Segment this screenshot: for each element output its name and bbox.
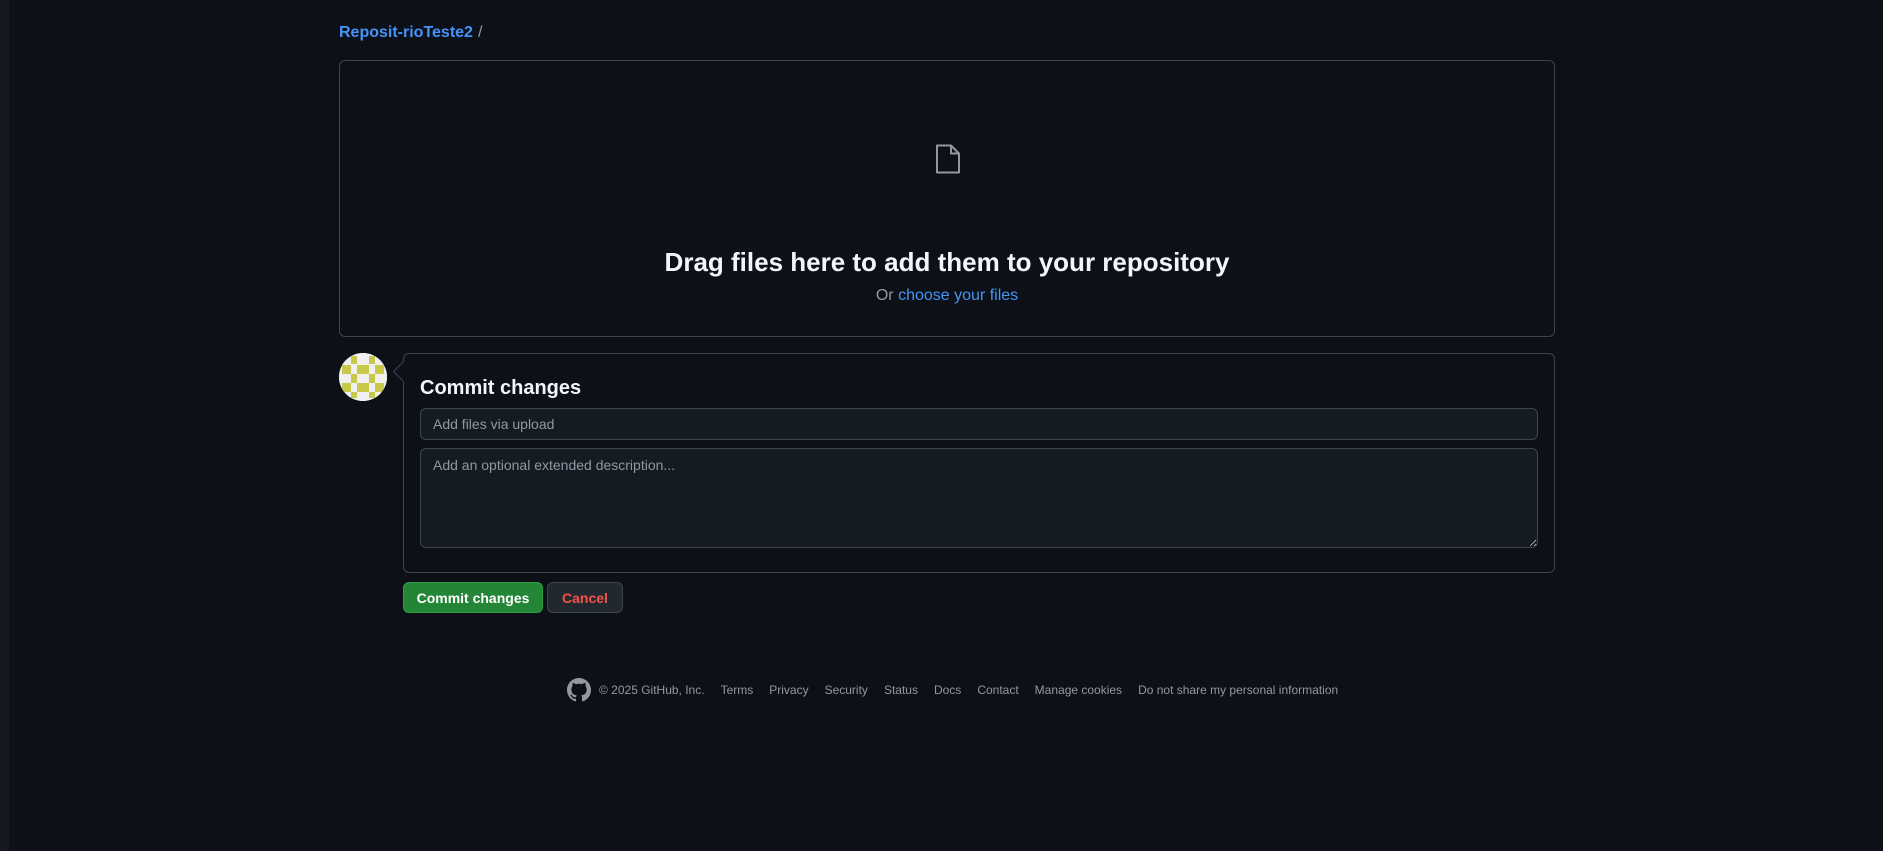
footer-link-docs[interactable]: Docs xyxy=(934,683,961,697)
footer-link-manage-cookies[interactable]: Manage cookies xyxy=(1035,683,1122,697)
footer-link-status[interactable]: Status xyxy=(884,683,918,697)
commit-title: Commit changes xyxy=(420,377,582,399)
breadcrumb-separator: / xyxy=(477,24,483,41)
identicon-icon xyxy=(339,353,387,401)
breadcrumb: Reposit-rioTeste2/ xyxy=(339,22,482,44)
cancel-button[interactable]: Cancel xyxy=(547,582,623,613)
footer-copyright: © 2025 GitHub, Inc. xyxy=(599,683,705,697)
dropzone-title: Drag files here to add them to your repo… xyxy=(664,247,1230,277)
commit-description-textarea[interactable] xyxy=(420,448,1538,548)
footer-link-security[interactable]: Security xyxy=(825,683,868,697)
file-dropzone[interactable]: Drag files here to add them to your repo… xyxy=(339,60,1555,337)
footer-link-do-not-share[interactable]: Do not share my personal information xyxy=(1138,683,1338,697)
footer-link-privacy[interactable]: Privacy xyxy=(769,683,808,697)
github-logo-icon[interactable] xyxy=(567,678,591,702)
commit-changes-button[interactable]: Commit changes xyxy=(403,582,543,613)
footer-link-contact[interactable]: Contact xyxy=(977,683,1018,697)
dropzone-prefix: Or xyxy=(875,287,894,304)
repo-link[interactable]: Reposit-rioTeste2 xyxy=(339,24,473,41)
file-icon xyxy=(936,144,960,174)
footer: © 2025 GitHub, Inc. Terms Privacy Securi… xyxy=(567,678,1338,702)
commit-message-input[interactable] xyxy=(420,408,1538,440)
footer-link-terms[interactable]: Terms xyxy=(721,683,754,697)
commit-form: Commit changes xyxy=(403,353,1555,573)
choose-files-link[interactable]: choose your files xyxy=(898,287,1018,304)
dropzone-subtitle: Or choose your files xyxy=(340,285,1554,307)
window-edge xyxy=(0,0,9,851)
avatar xyxy=(339,353,387,401)
